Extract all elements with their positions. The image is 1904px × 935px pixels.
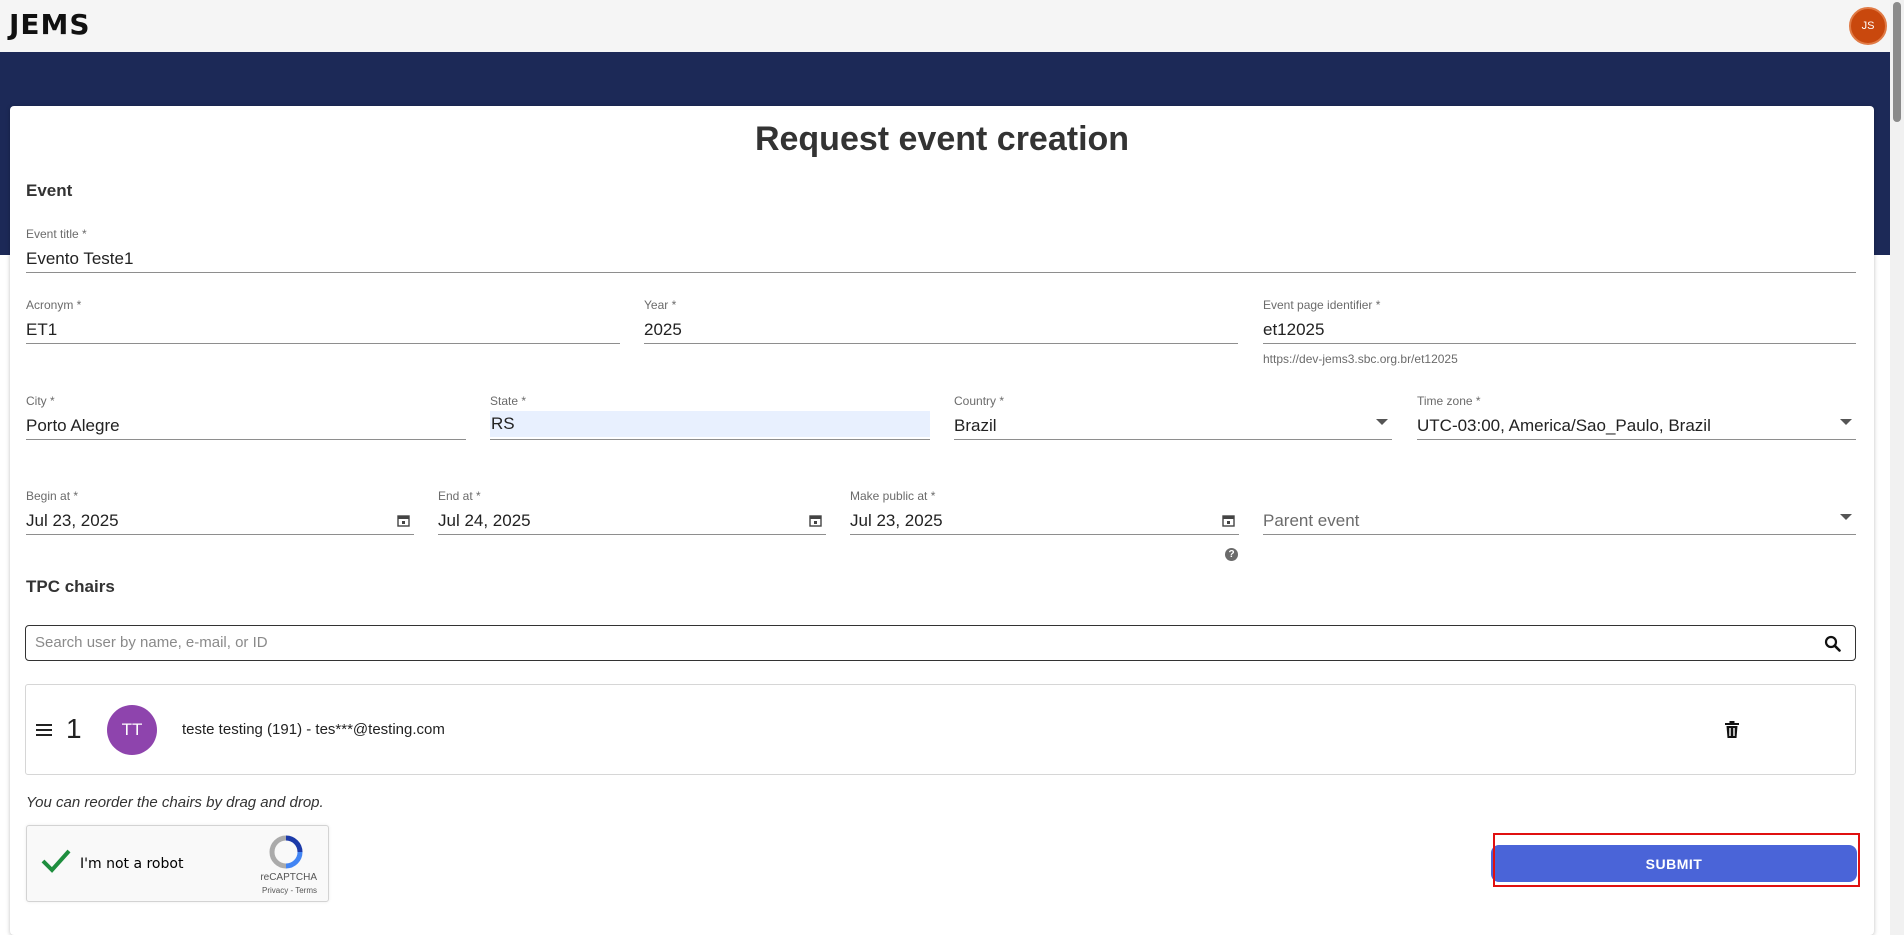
city-value[interactable]: Porto Alegre [26, 416, 466, 438]
chairs-list: 1 TT teste testing (191) - tes***@testin… [25, 684, 1856, 775]
begin-at-field[interactable]: Begin at * Jul 23, 2025 [26, 489, 414, 535]
begin-at-label: Begin at * [26, 489, 79, 503]
year-value[interactable]: 2025 [644, 320, 1238, 342]
country-value: Brazil [954, 416, 997, 435]
page-title: Request event creation [754, 120, 1130, 158]
tpc-chairs-heading: TPC chairs [26, 577, 115, 596]
calendar-icon[interactable] [1222, 514, 1235, 527]
chair-position: 1 [66, 713, 82, 744]
user-search-input[interactable] [35, 634, 1795, 651]
state-value[interactable]: RS [490, 411, 930, 437]
city-label: City * [26, 394, 55, 408]
parent-event-select[interactable]: Parent event [1263, 489, 1856, 535]
recaptcha-terms[interactable]: Privacy - Terms [27, 886, 317, 895]
end-at-label: End at * [438, 489, 481, 503]
recaptcha-logo-icon [269, 835, 303, 869]
state-label: State * [490, 394, 527, 408]
chevron-down-icon[interactable] [1376, 419, 1388, 425]
delete-icon[interactable] [1725, 721, 1739, 738]
chevron-down-icon[interactable] [1840, 419, 1852, 425]
make-public-at-field[interactable]: Make public at * Jul 23, 2025 [850, 489, 1239, 535]
top-bar: JEMS JS [0, 0, 1904, 52]
scrollbar-thumb[interactable] [1893, 2, 1901, 122]
page-identifier-label: Event page identifier * [1263, 298, 1381, 312]
acronym-label: Acronym * [26, 298, 82, 312]
end-at-value[interactable]: Jul 24, 2025 [438, 511, 826, 533]
page-identifier-value[interactable]: et12025 [1263, 320, 1856, 342]
acronym-value[interactable]: ET1 [26, 320, 620, 342]
timezone-select[interactable]: Time zone * UTC-03:00, America/Sao_Paulo… [1417, 394, 1856, 440]
checkmark-icon[interactable] [41, 848, 71, 874]
page-url-hint: https://dev-jems3.sbc.org.br/et12025 [1263, 352, 1458, 366]
event-section-heading: Event [26, 181, 73, 200]
user-avatar[interactable]: JS [1849, 7, 1887, 45]
end-at-field[interactable]: End at * Jul 24, 2025 [438, 489, 826, 535]
year-label: Year * [644, 298, 677, 312]
parent-event-placeholder: Parent event [1263, 511, 1360, 530]
chair-avatar: TT [107, 705, 157, 755]
timezone-value: UTC-03:00, America/Sao_Paulo, Brazil [1417, 416, 1711, 435]
event-title-label: Event title * [26, 227, 87, 241]
user-search-box[interactable] [25, 625, 1856, 661]
drag-handle-icon[interactable] [36, 723, 52, 737]
reorder-note: You can reorder the chairs by drag and d… [26, 794, 324, 811]
calendar-icon[interactable] [809, 514, 822, 527]
app-logo[interactable]: JEMS [9, 8, 91, 41]
acronym-field[interactable]: Acronym * ET1 [26, 298, 620, 344]
chair-name: teste testing (191) - tes***@testing.com [182, 721, 445, 738]
country-label: Country * [954, 394, 1005, 408]
make-public-at-label: Make public at * [850, 489, 936, 503]
page-identifier-field[interactable]: Event page identifier * et12025 [1263, 298, 1856, 344]
calendar-icon[interactable] [397, 514, 410, 527]
event-title-value[interactable]: Evento Teste1 [26, 249, 1856, 271]
city-field[interactable]: City * Porto Alegre [26, 394, 466, 440]
recaptcha-label: I'm not a robot [80, 856, 184, 872]
form-card: Request event creation Event Event title… [10, 106, 1874, 935]
make-public-at-value[interactable]: Jul 23, 2025 [850, 511, 1239, 533]
page-scrollbar[interactable] [1890, 0, 1904, 935]
search-icon[interactable] [1824, 635, 1841, 652]
chevron-down-icon[interactable] [1840, 514, 1852, 520]
recaptcha-widget[interactable]: I'm not a robot reCAPTCHA Privacy - Term… [26, 825, 329, 902]
country-select[interactable]: Country * Brazil [954, 394, 1392, 440]
submit-button[interactable]: SUBMIT [1491, 845, 1857, 882]
recaptcha-brand: reCAPTCHA [260, 872, 317, 883]
year-field[interactable]: Year * 2025 [644, 298, 1238, 344]
timezone-label: Time zone * [1417, 394, 1481, 408]
event-title-field[interactable]: Event title * Evento Teste1 [26, 227, 1856, 273]
help-icon[interactable]: ? [1225, 548, 1238, 561]
state-field[interactable]: State * RS [490, 394, 930, 440]
begin-at-value[interactable]: Jul 23, 2025 [26, 511, 414, 533]
